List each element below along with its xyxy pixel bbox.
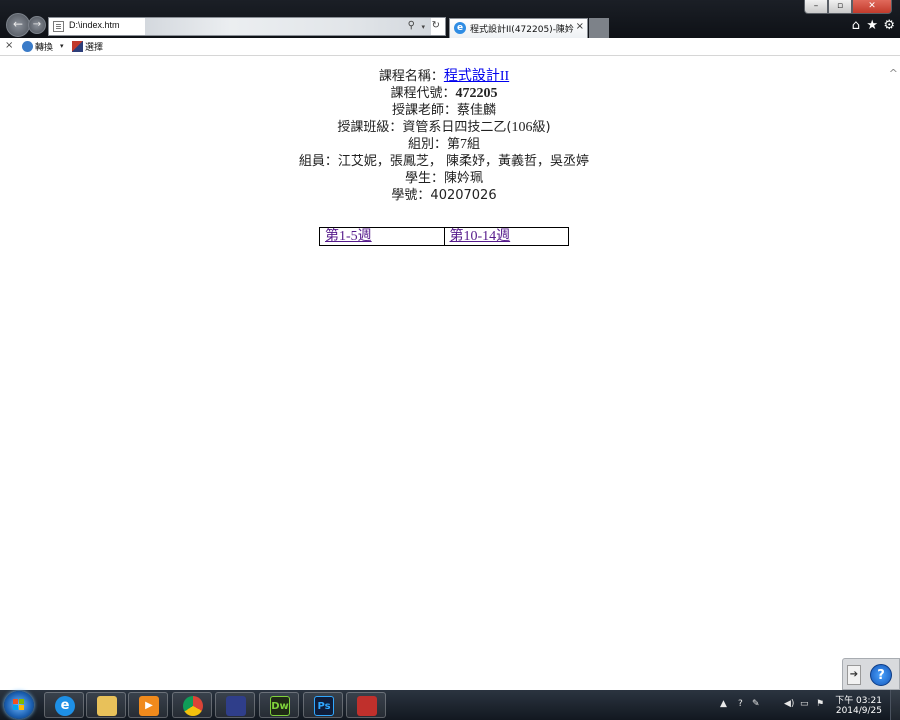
address-text[interactable]: D:\index.htm [69,20,120,30]
tab-close-icon[interactable]: × [576,21,584,32]
class-year: 106 [511,120,533,135]
window-controls: – ▫ ✕ [804,0,892,14]
media-icon: ▶ [139,696,159,716]
maximize-button[interactable]: ▫ [828,0,852,14]
student-id: 40207026 [430,188,497,203]
chevron-down-icon[interactable]: ▾ [60,42,64,50]
group-label: 組別：第 [407,137,460,152]
flag-icon[interactable]: ⚑ [816,699,824,709]
class-suffix: 級) [532,120,551,135]
browser-titlebar: – ▫ ✕ ← → D:\index.htm ⚲ ▾ ↻ e 程式設計II(47… [0,0,900,38]
ie-icon: e [55,696,75,716]
week-10-14-link[interactable]: 第10-14週 [450,229,511,244]
new-tab-button[interactable] [589,18,609,38]
ie-icon: e [454,22,466,34]
clock-time[interactable]: 下午 03:21 [835,693,882,706]
table-cell: 第10-14週 [443,227,569,246]
taskbar-media-player[interactable]: ▶ [128,692,168,718]
search-icon[interactable]: ⚲ [408,20,415,31]
student-id-line: 學號：40207026 [0,187,888,204]
forward-button[interactable]: → [28,16,46,34]
show-desktop-button[interactable] [890,690,900,720]
close-icon[interactable]: × [5,40,13,51]
translate-button[interactable]: 轉換 [22,40,53,53]
page-viewport: ^ 課程名稱：程式設計II 課程代號：472205 授課老師：蔡佳麟 授課班級：… [0,57,900,690]
taskbar-photoshop[interactable]: Ps [303,692,343,718]
tool-icon [226,696,246,716]
student-line: 學生：陳妗珮 [404,171,483,186]
taskbar-chrome[interactable] [172,692,212,718]
page-icon [53,21,64,32]
refresh-icon[interactable]: ↻ [432,20,440,31]
arrow-icon[interactable]: ➔ [847,665,861,685]
taskbar-save-app[interactable] [346,692,386,718]
tray-expand-icon[interactable]: ▲ [720,699,727,709]
taskbar-ie[interactable]: e [44,692,84,718]
weeks-table: 第1-5週 第10-14週 [319,227,569,246]
course-info: 課程名稱：程式設計II 課程代號：472205 授課老師：蔡佳麟 授課班級：資管… [0,68,888,204]
taskbar: e ▶ Dw Ps ▲ ? ✎ ◀) ▭ ⚑ 下午 03:21 2014/9/2… [0,690,900,720]
taskbar-tool[interactable] [215,692,255,718]
tray-pen-icon[interactable]: ✎ [752,699,760,709]
class-line: 授課班級：資管系日四技二乙(106級) [0,119,888,136]
display-icon[interactable]: ▭ [800,699,809,709]
course-code: 472205 [455,86,498,101]
table-row: 第1-5週 第10-14週 [319,227,569,246]
home-icon[interactable]: ⌂ [852,18,860,33]
chrome-icon [183,696,203,716]
help-icon[interactable]: ? [870,664,892,686]
translate-icon [22,41,33,52]
tab-title: 程式設計II(472205)-陳妗珮... [470,25,574,35]
favorites-icon[interactable]: ★ [866,18,878,33]
system-tray: ▲ ? ✎ ◀) ▭ ⚑ 下午 03:21 2014/9/25 [700,690,900,720]
table-cell: 第1-5週 [319,227,445,246]
tab-course[interactable]: e 程式設計II(472205)-陳妗珮... × [449,18,588,38]
course-code-label: 課程代號： [390,86,456,101]
chevron-down-icon[interactable]: ▾ [421,23,425,31]
command-bar: × 轉換 ▾ 選擇 [0,38,900,56]
volume-icon[interactable]: ◀) [784,699,794,709]
start-button[interactable] [4,691,34,719]
course-name-link[interactable]: 程式設計II [444,69,509,84]
group-line: 組別：第7組 [0,136,888,153]
taskbar-explorer[interactable] [86,692,126,718]
address-bar[interactable]: D:\index.htm ⚲ ▾ ↻ [48,17,446,36]
back-button[interactable]: ← [6,13,30,37]
group-number: 7 [460,137,467,152]
select-label: 選擇 [85,43,104,53]
tray-help-icon[interactable]: ? [738,699,743,709]
group-suffix: 組 [467,137,481,152]
dreamweaver-icon: Dw [270,696,290,716]
close-button[interactable]: ✕ [852,0,892,14]
folder-icon [97,696,117,716]
course-name-label: 課程名稱： [378,69,444,84]
taskbar-dreamweaver[interactable]: Dw [259,692,299,718]
week-1-5-link[interactable]: 第1-5週 [325,229,372,244]
teacher-line: 授課老師：蔡佳麟 [391,103,496,118]
student-id-label: 學號： [391,188,431,203]
address-redacted-area [145,18,431,35]
course-name-line: 課程名稱：程式設計II [0,68,888,85]
photoshop-icon: Ps [314,696,334,716]
translate-label: 轉換 [35,43,54,53]
clock-date[interactable]: 2014/9/25 [836,706,882,716]
minimize-button[interactable]: – [804,0,828,14]
members-line: 組員：江艾妮，張鳳芝， 陳柔妤，黃義哲，吳丞婷 [298,154,590,169]
class-label: 授課班級：資管系日四技二乙( [337,120,512,135]
course-code-line: 課程代號：472205 [0,85,888,102]
floating-toolbar: ➔ ? [842,658,900,690]
gear-icon[interactable]: ⚙ [883,18,895,33]
floppy-icon [357,696,377,716]
scroll-up-icon[interactable]: ^ [889,67,898,80]
select-icon [72,41,83,52]
select-button[interactable]: 選擇 [72,40,103,53]
